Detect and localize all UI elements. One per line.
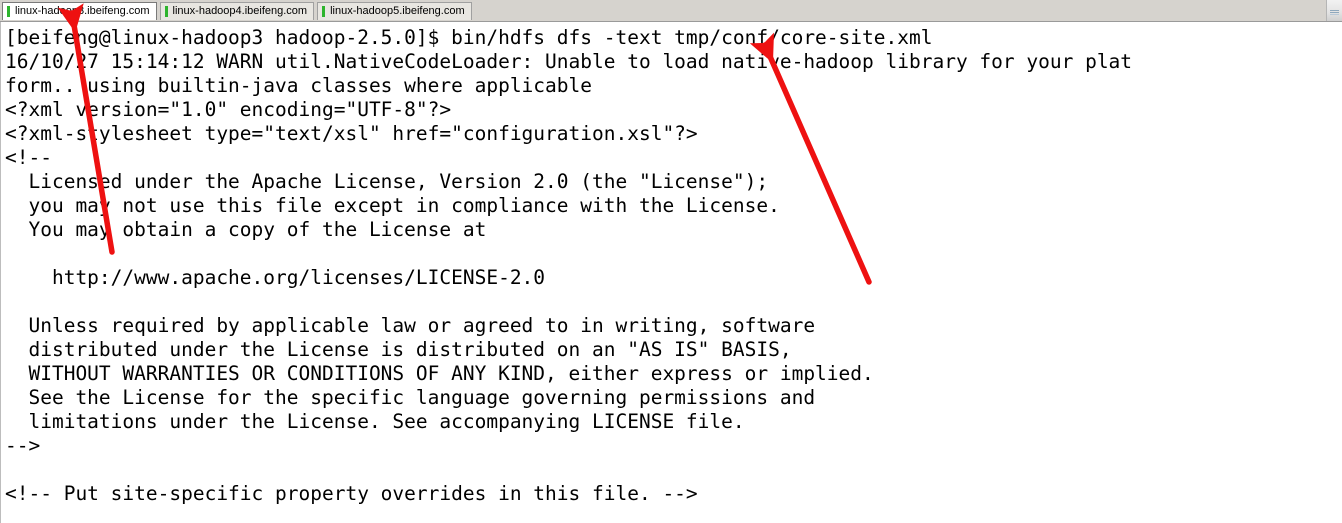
- tab-label: linux-hadoop3.ibeifeng.com: [15, 5, 150, 17]
- tab-scroll-nub[interactable]: [1326, 0, 1342, 21]
- terminal-line: <?xml version="1.0" encoding="UTF-8"?>: [5, 98, 452, 121]
- tab-bar: linux-hadoop3.ibeifeng.com linux-hadoop4…: [0, 0, 1342, 22]
- terminal-line: http://www.apache.org/licenses/LICENSE-2…: [5, 266, 546, 289]
- green-bar-icon: [7, 6, 10, 17]
- terminal-output[interactable]: [beifeng@linux-hadoop3 hadoop-2.5.0]$ bi…: [0, 22, 1342, 523]
- terminal-line: [beifeng@linux-hadoop3 hadoop-2.5.0]$ bi…: [5, 26, 933, 49]
- tab-label: linux-hadoop5.ibeifeng.com: [330, 5, 465, 17]
- tab-linux-hadoop3[interactable]: linux-hadoop3.ibeifeng.com: [2, 2, 157, 20]
- terminal-line: WITHOUT WARRANTIES OR CONDITIONS OF ANY …: [5, 362, 874, 385]
- terminal-line: Unless required by applicable law or agr…: [5, 314, 816, 337]
- terminal-line: <!--: [5, 146, 52, 169]
- terminal-line: 16/10/27 15:14:12 WARN util.NativeCodeLo…: [5, 50, 1133, 73]
- tab-linux-hadoop4[interactable]: linux-hadoop4.ibeifeng.com: [159, 2, 315, 20]
- terminal-line: <?xml-stylesheet type="text/xsl" href="c…: [5, 122, 698, 145]
- tab-linux-hadoop5[interactable]: linux-hadoop5.ibeifeng.com: [317, 2, 472, 20]
- terminal-line: <!-- Put site-specific property override…: [5, 482, 698, 505]
- terminal-line: limitations under the License. See accom…: [5, 410, 745, 433]
- green-bar-icon: [322, 6, 326, 17]
- terminal-line: distributed under the License is distrib…: [5, 338, 792, 361]
- green-bar-icon: [164, 6, 168, 17]
- terminal-window: linux-hadoop3.ibeifeng.com linux-hadoop4…: [0, 0, 1342, 523]
- terminal-line: you may not use this file except in comp…: [5, 194, 780, 217]
- terminal-line: form.. using builtin-java classes where …: [5, 74, 592, 97]
- terminal-line: -->: [5, 434, 41, 457]
- terminal-line: See the License for the specific languag…: [5, 386, 816, 409]
- tab-label: linux-hadoop4.ibeifeng.com: [172, 5, 308, 17]
- terminal-line: Licensed under the Apache License, Versi…: [5, 170, 769, 193]
- terminal-line: You may obtain a copy of the License at: [5, 218, 487, 241]
